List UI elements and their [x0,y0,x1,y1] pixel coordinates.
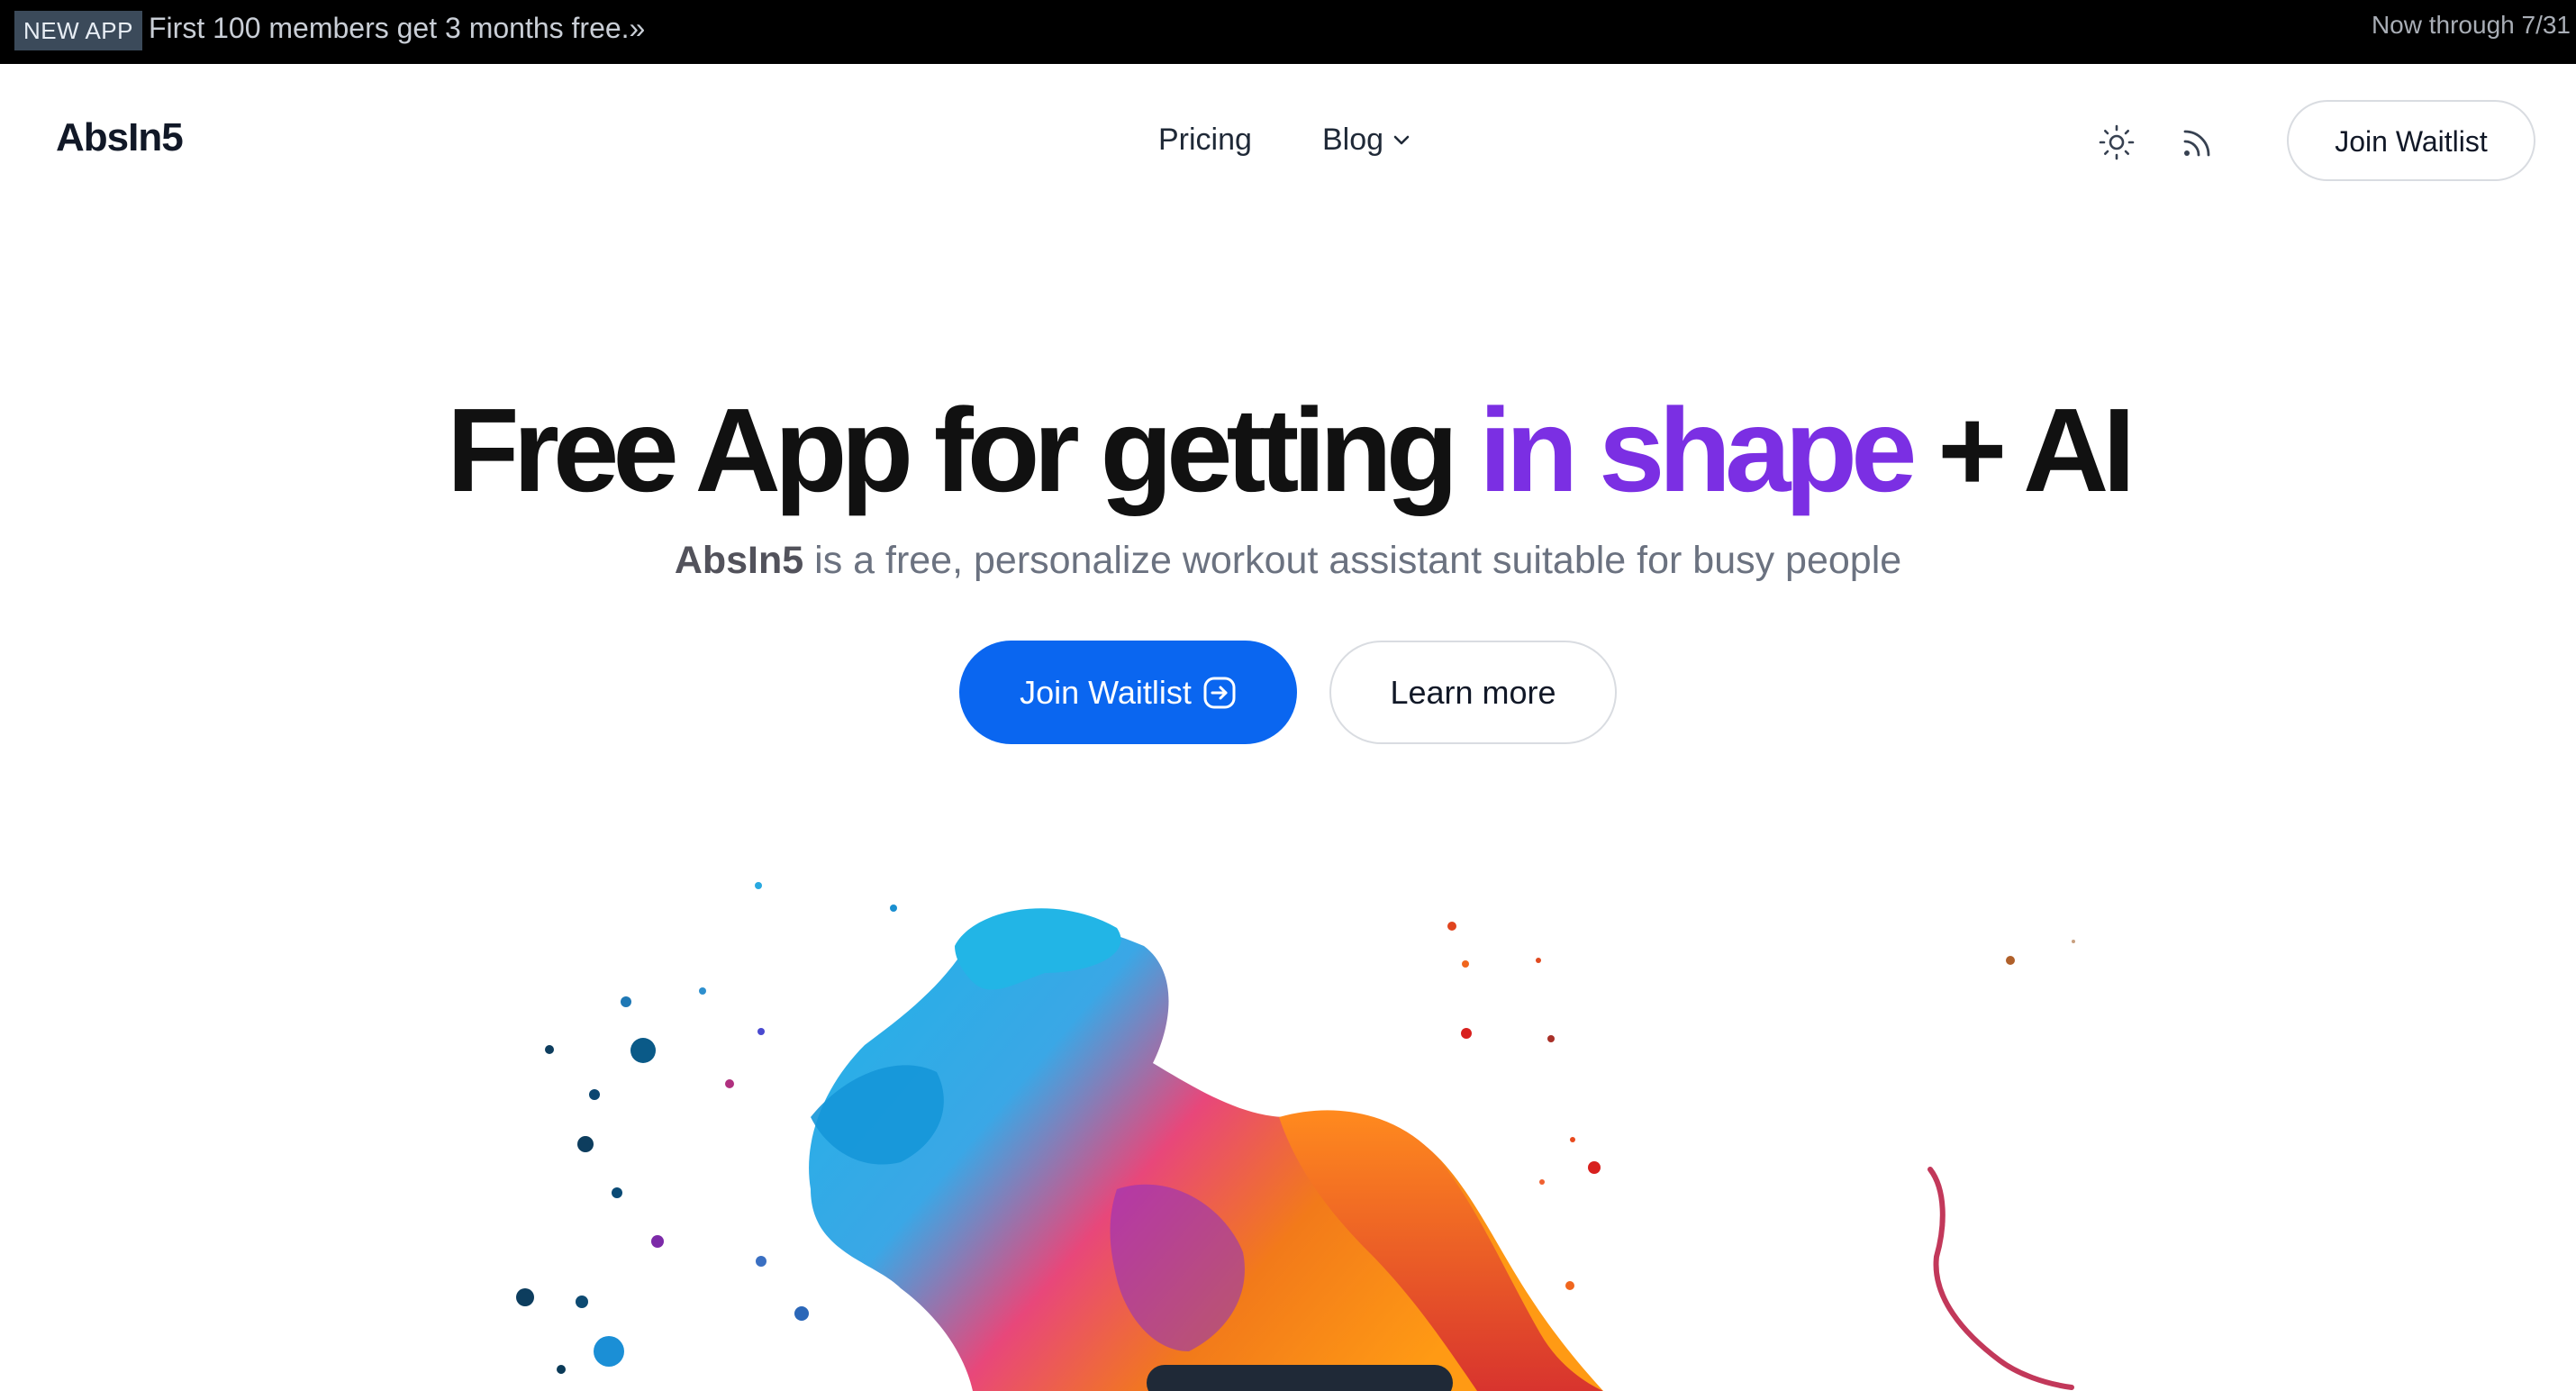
nav-blog-label: Blog [1322,123,1384,157]
phone-preview-top [1147,1365,1453,1391]
hero-join-waitlist-label: Join Waitlist [1020,673,1192,711]
learn-more-button[interactable]: Learn more [1329,641,1617,744]
hero-subtitle-text: is a free, personalize workout assistant… [803,539,1902,582]
promo-banner[interactable]: NEW APP First 100 members get 3 months f… [0,0,2576,64]
hero-subtitle: AbsIn5 is a free, personalize workout as… [0,539,2576,583]
chevron-down-icon [1393,135,1410,144]
hero-paint-splash-illustration [516,882,2075,1391]
sun-icon[interactable] [2098,123,2136,161]
promo-link[interactable]: First 100 members get 3 months free.» [149,0,645,56]
hero-title-end: + AI [1910,384,2136,516]
nav-pricing-link[interactable]: Pricing [1158,123,1252,158]
paint-streak [1927,1167,2074,1390]
hero-title-accent: in shape [1479,384,1917,516]
logo[interactable]: AbsIn5 [56,115,184,160]
hero-title-start: Free App for getting [446,384,1480,516]
new-app-badge: NEW APP [14,11,142,50]
arrow-right-circle-icon [1203,677,1236,708]
dancer-figure [809,908,1603,1391]
hero-subtitle-brand: AbsIn5 [674,539,804,582]
hero-title: Free App for getting in shape + AI [0,378,2576,523]
rss-icon[interactable] [2179,123,2217,161]
nav-blog-dropdown[interactable]: Blog [1322,123,1410,158]
promo-dates: Now through 7/31 [2371,11,2571,39]
hero-join-waitlist-button[interactable]: Join Waitlist [959,641,1297,744]
header-join-waitlist-button[interactable]: Join Waitlist [2287,100,2535,181]
